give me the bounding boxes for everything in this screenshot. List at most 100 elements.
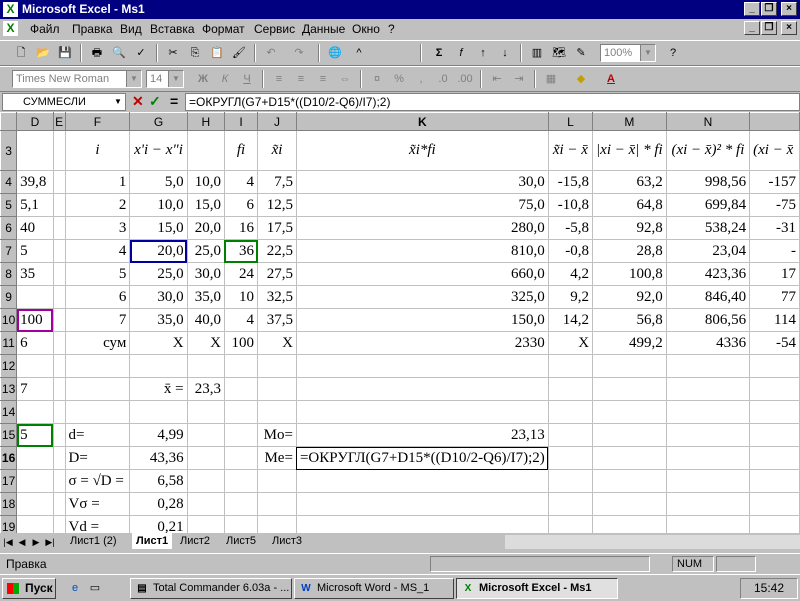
decrease-indent-icon[interactable]: ⇤ bbox=[488, 70, 506, 88]
start-button[interactable]: Пуск bbox=[2, 578, 56, 599]
grid-cell[interactable] bbox=[295, 377, 549, 401]
grid-cell[interactable]: |xi − x̄| * fi bbox=[592, 130, 667, 171]
row-header[interactable]: 18 bbox=[0, 492, 18, 516]
grid-cell[interactable] bbox=[749, 469, 800, 493]
sort-ascending-icon[interactable]: ↑ bbox=[474, 44, 492, 62]
grid-cell[interactable]: 40,0 bbox=[186, 308, 225, 332]
grid-cell[interactable]: 699,84 bbox=[665, 193, 751, 217]
equals-icon[interactable]: = bbox=[170, 93, 178, 109]
grid-cell[interactable]: 25,0 bbox=[186, 239, 225, 263]
grid-cell[interactable] bbox=[592, 446, 667, 470]
grid-cell[interactable] bbox=[665, 423, 751, 447]
grid-cell[interactable] bbox=[186, 130, 225, 171]
menu-insert[interactable]: Вставка bbox=[150, 22, 195, 36]
redo-icon[interactable]: ↷ bbox=[290, 44, 308, 62]
grid-cell[interactable]: -31 bbox=[749, 216, 800, 240]
column-header[interactable]: H bbox=[186, 112, 225, 131]
undo-icon[interactable]: ↶ bbox=[262, 44, 280, 62]
grid-cell[interactable] bbox=[547, 515, 594, 533]
grid-cell[interactable]: =ОКРУГЛ(G7+D15*((D10/2-Q6)/I7);2) bbox=[295, 446, 549, 470]
column-header[interactable]: G bbox=[129, 112, 188, 131]
grid-cell[interactable]: 17,5 bbox=[257, 216, 297, 240]
doc-close-button[interactable]: × bbox=[781, 21, 797, 35]
grid-cell[interactable]: 35 bbox=[16, 262, 54, 286]
grid-cell[interactable]: 39,8 bbox=[16, 170, 54, 194]
grid-cell[interactable] bbox=[52, 239, 66, 263]
row-header[interactable]: 15 bbox=[0, 423, 18, 447]
grid-cell[interactable] bbox=[52, 285, 66, 309]
grid-cell[interactable] bbox=[186, 423, 225, 447]
workbook-icon[interactable]: X bbox=[3, 21, 18, 36]
bold-icon[interactable]: Ж bbox=[194, 70, 212, 88]
grid-cell[interactable]: 30,0 bbox=[295, 170, 549, 194]
grid-cell[interactable]: 15,0 bbox=[129, 216, 188, 240]
chevron-down-icon[interactable]: ▼ bbox=[126, 71, 141, 87]
row-header[interactable]: 12 bbox=[0, 354, 18, 378]
menu-window[interactable]: Окно bbox=[352, 22, 380, 36]
grid-cell[interactable] bbox=[592, 492, 667, 516]
grid-cell[interactable] bbox=[749, 354, 800, 378]
grid-cell[interactable] bbox=[186, 492, 225, 516]
paste-icon[interactable]: 📋 bbox=[208, 44, 226, 62]
grid-cell[interactable]: 23,3 bbox=[186, 377, 225, 401]
grid-cell[interactable] bbox=[52, 400, 66, 424]
grid-cell[interactable] bbox=[186, 515, 225, 533]
row-header[interactable]: 17 bbox=[0, 469, 18, 493]
grid-cell[interactable]: 32,5 bbox=[257, 285, 297, 309]
grid-cell[interactable] bbox=[592, 515, 667, 533]
grid-cell[interactable]: 56,8 bbox=[592, 308, 667, 332]
grid-cell[interactable] bbox=[547, 469, 594, 493]
grid-cell[interactable]: 4 bbox=[64, 239, 131, 263]
grid-cell[interactable] bbox=[547, 377, 594, 401]
grid-cell[interactable] bbox=[223, 400, 259, 424]
grid-cell[interactable] bbox=[52, 446, 66, 470]
grid-cell[interactable]: 10,0 bbox=[186, 170, 225, 194]
zoom-combo[interactable]: 100% ▼ bbox=[600, 44, 656, 62]
grid-cell[interactable]: - bbox=[749, 239, 800, 263]
grid-cell[interactable] bbox=[52, 193, 66, 217]
borders-icon[interactable]: ▦ bbox=[542, 70, 560, 88]
grid-cell[interactable]: 35,0 bbox=[129, 308, 188, 332]
grid-cell[interactable]: σ = √D = bbox=[64, 469, 131, 493]
grid-cell[interactable] bbox=[749, 400, 800, 424]
grid-cell[interactable]: Vσ = bbox=[64, 492, 131, 516]
copy-icon[interactable]: ⎘ bbox=[186, 44, 204, 62]
grid-cell[interactable]: 5,1 bbox=[16, 193, 54, 217]
grid-cell[interactable] bbox=[16, 130, 54, 171]
grid-cell[interactable] bbox=[665, 492, 751, 516]
grid-cell[interactable] bbox=[52, 130, 66, 171]
sheet-tab-list1-2[interactable]: Лист1 (2) bbox=[66, 533, 121, 549]
desktop-icon[interactable]: ▭ bbox=[86, 579, 104, 597]
grid-cell[interactable] bbox=[52, 331, 66, 355]
italic-icon[interactable]: К bbox=[216, 70, 234, 88]
grid-cell[interactable]: i bbox=[64, 130, 131, 171]
grid-cell[interactable]: x̃i − x̄ bbox=[547, 130, 594, 171]
grid-cell[interactable]: D= bbox=[64, 446, 131, 470]
grid-cell[interactable]: 2330 bbox=[295, 331, 549, 355]
grid-cell[interactable]: 64,8 bbox=[592, 193, 667, 217]
grid-cell[interactable] bbox=[665, 377, 751, 401]
grid-cell[interactable] bbox=[223, 515, 259, 533]
grid-cell[interactable] bbox=[186, 400, 225, 424]
close-button[interactable]: × bbox=[781, 2, 797, 16]
grid-cell[interactable] bbox=[129, 400, 188, 424]
chevron-down-icon[interactable]: ▼ bbox=[168, 71, 183, 87]
grid-cell[interactable] bbox=[547, 400, 594, 424]
hyperlink-icon[interactable]: 🌐 bbox=[326, 44, 344, 62]
grid-cell[interactable] bbox=[592, 423, 667, 447]
grid-cell[interactable]: 7 bbox=[16, 377, 54, 401]
row-header[interactable]: 4 bbox=[0, 170, 18, 194]
grid-cell[interactable]: 24 bbox=[223, 262, 259, 286]
enter-icon[interactable]: ✓ bbox=[149, 93, 161, 110]
grid-cell[interactable] bbox=[749, 377, 800, 401]
grid-cell[interactable]: 75,0 bbox=[295, 193, 549, 217]
underline-icon[interactable]: Ч bbox=[238, 70, 256, 88]
grid-cell[interactable]: 280,0 bbox=[295, 216, 549, 240]
drawing-icon[interactable]: ✎ bbox=[572, 44, 590, 62]
grid-cell[interactable] bbox=[52, 492, 66, 516]
grid-cell[interactable]: 4 bbox=[223, 308, 259, 332]
grid-cell[interactable]: 22,5 bbox=[257, 239, 297, 263]
grid-cell[interactable] bbox=[223, 423, 259, 447]
grid-cell[interactable]: 27,5 bbox=[257, 262, 297, 286]
grid-cell[interactable]: (xi − x̄ bbox=[749, 130, 800, 171]
